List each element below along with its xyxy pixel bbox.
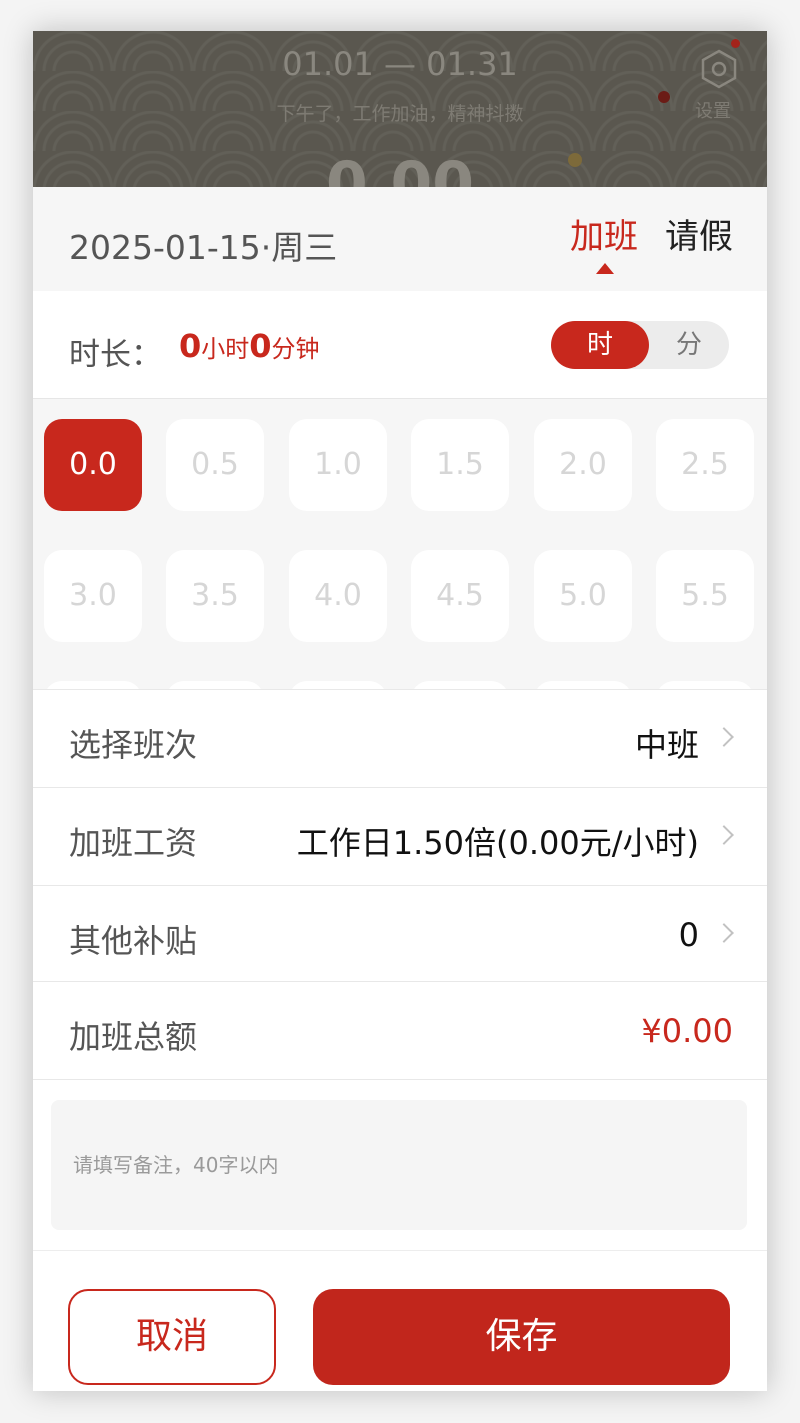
app-screen: 01.01 — 01.31 下午了，工作加油，精神抖擞 0.00 设置 2025… (33, 31, 767, 1391)
unit-toggle-hour[interactable]: 时 (551, 321, 649, 369)
duration-label: 时长： (69, 337, 162, 373)
allowance-value: 0 (678, 916, 699, 954)
hour-option-partial[interactable] (44, 681, 142, 689)
decor-dot (658, 91, 670, 103)
overtime-total-row: 加班总额 ¥0.00 (33, 981, 767, 1079)
minutes-unit: 分钟 (271, 335, 320, 363)
chevron-right-icon (714, 825, 734, 845)
shift-row[interactable]: 选择班次 中班 (33, 689, 767, 787)
date-range[interactable]: 01.01 — 01.31 (33, 45, 767, 83)
hour-option[interactable]: 2.5 (656, 419, 754, 511)
hour-option-partial[interactable] (166, 681, 264, 689)
hour-option-partial[interactable] (656, 681, 754, 689)
hour-option[interactable]: 4.0 (289, 550, 387, 642)
hour-option-partial[interactable] (534, 681, 632, 689)
remark-input[interactable] (51, 1100, 747, 1230)
active-tab-indicator (596, 263, 614, 274)
duration-minutes: 0 (249, 327, 272, 365)
hour-option[interactable]: 4.5 (411, 550, 509, 642)
tab-overtime[interactable]: 加班 (570, 209, 638, 258)
summary-amount: 0.00 (325, 149, 475, 187)
unit-toggle[interactable]: 时 分 (551, 321, 729, 369)
greeting-text: 下午了，工作加油，精神抖擞 (276, 103, 524, 125)
duration-hours: 0 (179, 327, 202, 365)
shift-label: 选择班次 (69, 726, 198, 764)
hour-option[interactable]: 3.5 (166, 550, 264, 642)
hour-option[interactable]: 5.0 (534, 550, 632, 642)
wage-value: 工作日1.50倍(0.00元/小时) (296, 824, 699, 862)
remark-section (33, 1079, 767, 1251)
hour-option[interactable]: 2.0 (534, 419, 632, 511)
hour-option[interactable]: 5.5 (656, 550, 754, 642)
hour-option[interactable]: 0.0 (44, 419, 142, 511)
month-summary-header: 01.01 — 01.31 下午了，工作加油，精神抖擞 0.00 设置 (33, 31, 767, 187)
record-date-row: 2025-01-15·周三 加班 请假 (33, 187, 767, 291)
hours-unit: 小时 (201, 335, 250, 363)
hour-option[interactable]: 3.0 (44, 550, 142, 642)
hour-option[interactable]: 1.5 (411, 419, 509, 511)
total-label: 加班总额 (69, 1018, 198, 1056)
chevron-right-icon (714, 727, 734, 747)
tab-leave[interactable]: 请假 (665, 209, 733, 258)
hour-option-partial[interactable] (411, 681, 509, 689)
chevron-right-icon (714, 923, 734, 943)
duration-value: 0小时0分钟 (179, 327, 320, 365)
settings-label[interactable]: 设置 (695, 97, 731, 123)
overtime-wage-row[interactable]: 加班工资 工作日1.50倍(0.00元/小时) (33, 787, 767, 885)
hour-option-partial[interactable] (289, 681, 387, 689)
wage-label: 加班工资 (69, 824, 198, 862)
hour-option[interactable]: 0.5 (166, 419, 264, 511)
allowance-label: 其他补贴 (69, 922, 198, 960)
duration-row: 时长： 0小时0分钟 时 分 (33, 291, 767, 399)
save-button[interactable]: 保存 (313, 1289, 730, 1385)
unit-toggle-minute[interactable]: 分 (649, 321, 729, 369)
decor-dot (568, 153, 582, 167)
hour-option[interactable]: 1.0 (289, 419, 387, 511)
total-value: ¥0.00 (641, 1012, 733, 1050)
cancel-button[interactable]: 取消 (68, 1289, 276, 1385)
allowance-row[interactable]: 其他补贴 0 (33, 885, 767, 983)
hour-picker-grid[interactable]: 0.0 0.5 1.0 1.5 2.0 2.5 3.0 3.5 4.0 4.5 5.0 5.5 (33, 399, 767, 689)
notification-dot (731, 39, 740, 48)
shift-value: 中班 (634, 726, 699, 764)
record-date[interactable]: 2025-01-15·周三 (69, 221, 337, 269)
settings-hexagon-icon[interactable] (699, 49, 739, 89)
